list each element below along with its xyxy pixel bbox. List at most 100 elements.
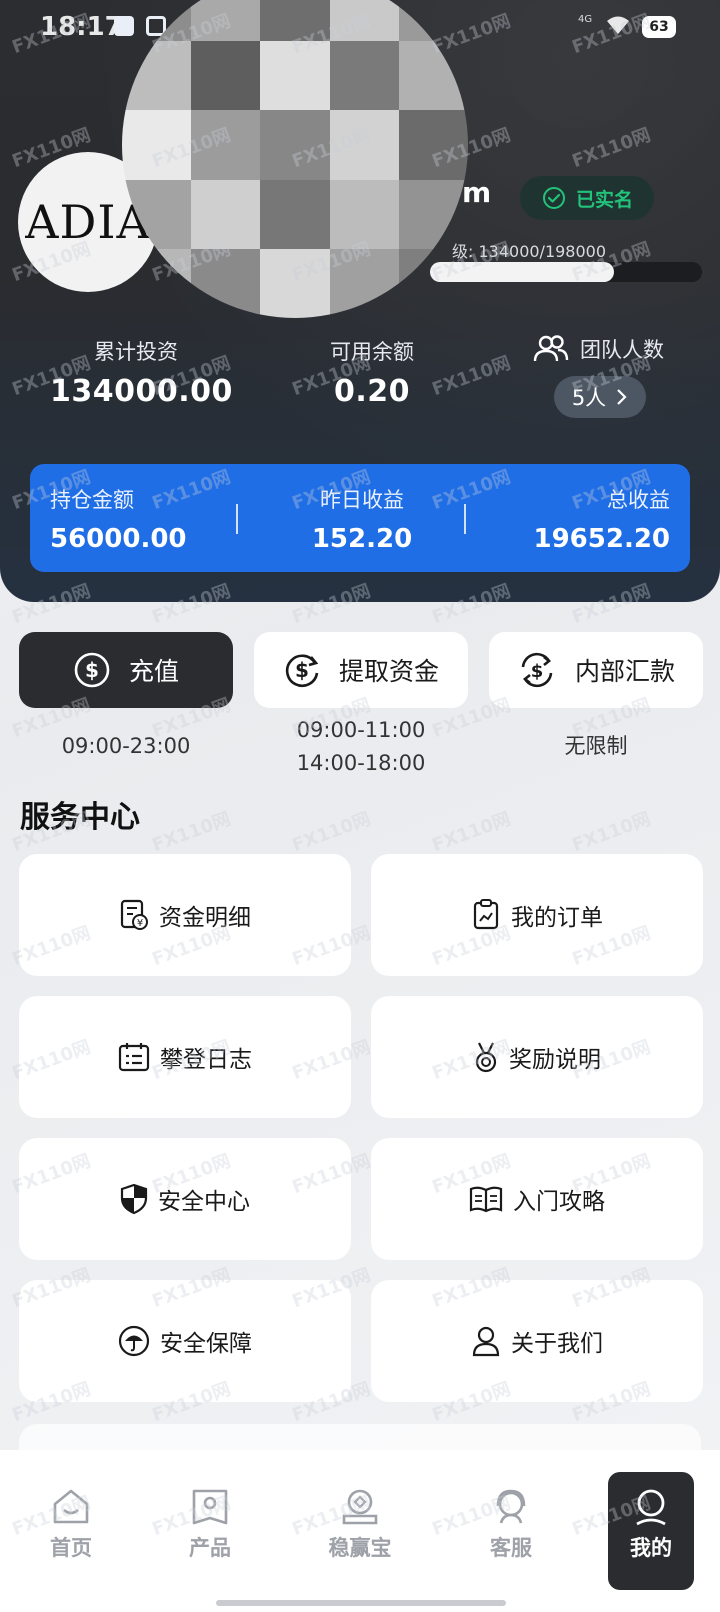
beginner-guide-label: 入门攻略 (513, 1189, 605, 1215)
username: m (462, 176, 492, 209)
team-label: 团队人数 (580, 338, 664, 362)
climb-log-label: 攀登日志 (160, 1047, 252, 1073)
shield-icon (120, 1183, 148, 1215)
nav-treasure[interactable]: 稳赢宝 (305, 1488, 415, 1562)
treasure-icon (342, 1489, 378, 1525)
svg-text:$: $ (531, 661, 544, 682)
mask-tile (260, 179, 330, 249)
balance-stat: 可用余额 0.20 (322, 336, 422, 409)
balance-value: 0.20 (333, 374, 411, 409)
level-progress-fill (430, 262, 615, 282)
recharge-label: 充值 (128, 657, 179, 686)
status-time: 18:17 (40, 12, 123, 42)
my-orders-button[interactable]: 我的订单 (371, 854, 703, 976)
safety-guarantee-button[interactable]: 安全保障 (19, 1280, 351, 1402)
position-label: 持仓金额 (50, 488, 134, 512)
nav-support-label: 客服 (490, 1536, 532, 1560)
total-earning-value: 19652.20 (533, 524, 670, 554)
umbrella-icon (118, 1325, 150, 1357)
total-invest-value: 134000.00 (50, 374, 233, 409)
level-progress-bar (430, 262, 702, 282)
fund-detail-button[interactable]: ¥ 资金明细 (19, 854, 351, 976)
internal-transfer-button[interactable]: $ 内部汇款 (489, 632, 703, 708)
nav-mine[interactable]: 我的 (608, 1472, 694, 1590)
verified-label: 已实名 (576, 188, 634, 211)
recharge-hours: 09:00-23:00 (61, 734, 191, 758)
team-count: 5人 (571, 386, 607, 410)
withdraw-button[interactable]: $ 提取资金 (254, 632, 468, 708)
mask-tile (191, 110, 261, 180)
mask-tile (398, 110, 468, 180)
position-value: 56000.00 (50, 524, 187, 554)
withdraw-hours-line1: 09:00-11:00 (296, 718, 426, 742)
nav-support[interactable]: 客服 (456, 1488, 566, 1562)
mask-tile (260, 110, 330, 180)
nav-home[interactable]: 首页 (16, 1488, 126, 1562)
security-center-button[interactable]: 安全中心 (19, 1138, 351, 1260)
mask-tile (329, 179, 399, 249)
mask-tile (191, 179, 261, 249)
position-stat: 持仓金额 56000.00 (50, 484, 187, 554)
team-icon (533, 335, 569, 362)
divider (464, 504, 466, 534)
total-earning-stat: 总收益 19652.20 (533, 484, 670, 554)
team-count-button[interactable]: 5人 (554, 376, 646, 418)
person-icon (472, 1326, 500, 1357)
bottom-nav: 首页 产品 稳赢宝 客服 我的 (0, 1450, 720, 1612)
withdraw-label: 提取资金 (338, 657, 439, 686)
my-orders-label: 我的订单 (511, 905, 603, 931)
fund-detail-label: 资金明细 (159, 905, 251, 931)
check-circle-icon (543, 187, 565, 209)
mask-tile (191, 41, 261, 111)
mask-tile (329, 110, 399, 180)
internal-transfer-label: 内部汇款 (574, 657, 675, 686)
about-us-button[interactable]: 关于我们 (371, 1280, 703, 1402)
svg-text:$: $ (295, 658, 309, 682)
book-icon (469, 1186, 503, 1213)
watermark-text: FX110网 (289, 808, 374, 857)
team-stat: 团队人数 5人 (532, 334, 664, 418)
nav-product-label: 产品 (189, 1536, 231, 1560)
home-indicator (216, 1600, 506, 1606)
user-icon (636, 1489, 666, 1526)
watermark-text: FX110网 (149, 808, 234, 857)
nav-product[interactable]: 产品 (155, 1488, 265, 1562)
notification-app-icon (114, 16, 134, 36)
verified-badge: 已实名 (520, 176, 654, 220)
home-icon (53, 1489, 89, 1524)
wifi-icon (607, 16, 629, 34)
withdraw-hours: 09:00-11:00 14:00-18:00 (254, 714, 468, 780)
mask-tile (260, 248, 330, 318)
medal-icon (475, 1042, 497, 1073)
recharge-button[interactable]: $ 充值 (19, 632, 233, 708)
support-icon (496, 1489, 526, 1524)
divider (236, 504, 238, 534)
yesterday-earning-value: 152.20 (311, 524, 413, 554)
total-invest-label: 累计投资 (94, 340, 178, 364)
climb-log-button[interactable]: 攀登日志 (19, 996, 351, 1118)
balance-label: 可用余额 (330, 340, 414, 364)
reward-info-button[interactable]: 奖励说明 (371, 996, 703, 1118)
total-earning-label: 总收益 (607, 488, 670, 512)
withdraw-icon: $ (285, 654, 319, 688)
calendar-icon (118, 1043, 150, 1072)
fund-detail-icon: ¥ (120, 899, 148, 930)
about-us-label: 关于我们 (511, 1331, 603, 1357)
holdings-card: 持仓金额 56000.00 昨日收益 152.20 总收益 19652.20 (30, 464, 690, 572)
watermark-text: FX110网 (569, 808, 654, 857)
chevron-right-icon (617, 389, 627, 405)
order-icon (473, 899, 499, 930)
mask-tile (260, 41, 330, 111)
reward-info-label: 奖励说明 (509, 1047, 601, 1073)
beginner-guide-button[interactable]: 入门攻略 (371, 1138, 703, 1260)
security-center-label: 安全中心 (158, 1189, 250, 1215)
withdraw-hours-line2: 14:00-18:00 (296, 751, 426, 775)
level-progress-text: 级: 134000/198000 (452, 242, 607, 261)
mask-tile (122, 110, 192, 180)
transfer-icon: $ (521, 652, 553, 688)
mask-tile (329, 0, 399, 42)
mask-tile (260, 0, 330, 42)
transfer-hours: 无限制 (564, 734, 628, 758)
yesterday-earning-stat: 昨日收益 152.20 (292, 484, 432, 554)
product-icon (192, 1489, 228, 1525)
